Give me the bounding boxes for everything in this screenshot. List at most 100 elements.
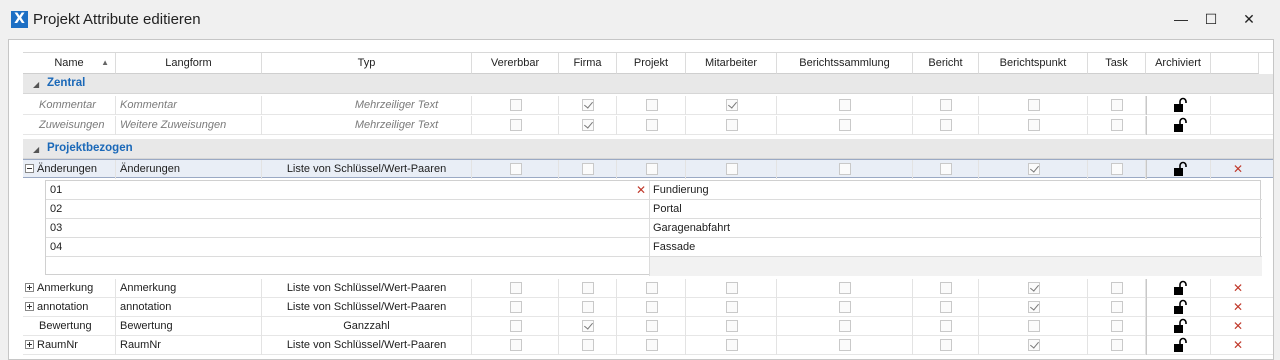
expand-plus-icon[interactable] — [25, 340, 34, 349]
collapse-triangle-icon[interactable]: ◢ — [33, 80, 39, 89]
checkbox[interactable] — [645, 99, 658, 111]
checkbox[interactable] — [940, 99, 952, 111]
checkbox[interactable] — [645, 301, 658, 313]
checkbox[interactable] — [839, 301, 851, 313]
delete-row-icon[interactable]: ✕ — [1233, 160, 1243, 178]
unlocked-padlock-icon[interactable] — [1172, 117, 1188, 133]
cell-langform[interactable]: Kommentar — [116, 96, 262, 115]
expand-plus-icon[interactable] — [25, 283, 34, 292]
checkbox[interactable] — [509, 301, 522, 313]
detail-value[interactable]: Portal — [650, 200, 1262, 219]
unlocked-padlock-icon[interactable] — [1172, 97, 1188, 113]
delete-row-icon[interactable]: ✕ — [1233, 279, 1243, 297]
checkbox[interactable] — [839, 119, 851, 131]
checkbox[interactable] — [940, 163, 952, 175]
checkbox[interactable] — [1111, 282, 1123, 294]
column-header-bericht[interactable]: Bericht — [913, 53, 979, 74]
checkbox[interactable] — [839, 339, 851, 351]
checkbox[interactable] — [725, 301, 738, 313]
column-header-archiviert[interactable]: Archiviert — [1146, 53, 1211, 74]
detail-key[interactable]: 01 — [46, 181, 650, 200]
checkbox[interactable] — [725, 282, 738, 294]
cell-typ[interactable]: Liste von Schlüssel/Wert-Paaren — [262, 336, 472, 355]
cell-langform[interactable]: Anmerkung — [116, 279, 262, 298]
unlocked-padlock-icon[interactable] — [1172, 280, 1188, 296]
unlocked-padlock-icon[interactable] — [1172, 318, 1188, 334]
column-header-name[interactable]: Name ▲ — [23, 53, 116, 74]
column-header-berichtssammlung[interactable]: Berichtssammlung — [777, 53, 913, 74]
checkbox[interactable] — [1111, 320, 1123, 332]
checkbox[interactable] — [1027, 339, 1040, 351]
table-row[interactable]: Anmerkung Anmerkung Liste von Schlüssel/We… — [23, 279, 1273, 298]
checkbox[interactable] — [582, 119, 594, 131]
detail-value[interactable]: Garagenabfahrt — [650, 219, 1262, 238]
checkbox[interactable] — [509, 119, 522, 131]
table-row[interactable]: Änderungen Änderungen Liste von Schlüssel/… — [23, 159, 1273, 179]
table-row[interactable]: RaumNr RaumNr Liste von Schlüssel/Wert-Paa… — [23, 336, 1273, 355]
cell-typ[interactable]: Mehrzeiliger Text — [262, 116, 472, 135]
checkbox[interactable] — [1027, 119, 1040, 131]
checkbox[interactable] — [645, 119, 658, 131]
detail-row[interactable]: 01 Fundierung ✕ — [46, 181, 1262, 200]
detail-row[interactable]: 04 Fassade — [46, 238, 1262, 257]
checkbox[interactable] — [582, 320, 594, 332]
cell-name[interactable]: RaumNr — [23, 336, 116, 355]
checkbox[interactable] — [940, 339, 952, 351]
cell-typ[interactable]: Liste von Schlüssel/Wert-Paaren — [262, 279, 472, 298]
column-header-mitarbeiter[interactable]: Mitarbeiter — [686, 53, 777, 74]
checkbox[interactable] — [645, 320, 658, 332]
table-row[interactable]: Kommentar Kommentar Mehrzeiliger Text — [23, 96, 1273, 115]
checkbox[interactable] — [725, 119, 738, 131]
table-row[interactable]: annotation annotation Liste von Schlüssel/… — [23, 298, 1273, 317]
delete-row-icon[interactable]: ✕ — [1233, 298, 1243, 316]
detail-row[interactable]: 02 Portal — [46, 200, 1262, 219]
minimize-button[interactable]: — — [1166, 8, 1196, 32]
checkbox[interactable] — [582, 163, 594, 175]
checkbox[interactable] — [839, 163, 851, 175]
column-header-task[interactable]: Task — [1088, 53, 1146, 74]
delete-entry-icon[interactable]: ✕ — [636, 181, 646, 199]
cell-typ[interactable]: Liste von Schlüssel/Wert-Paaren — [262, 298, 472, 317]
column-header-berichtspunkt[interactable]: Berichtspunkt — [979, 53, 1088, 74]
expand-plus-icon[interactable] — [25, 302, 34, 311]
checkbox[interactable] — [940, 282, 952, 294]
checkbox[interactable] — [1027, 163, 1040, 175]
cell-name[interactable]: Kommentar — [23, 96, 116, 115]
column-header-projekt[interactable]: Projekt — [617, 53, 686, 74]
checkbox[interactable] — [509, 320, 522, 332]
cell-typ[interactable]: Ganzzahl — [262, 317, 472, 336]
checkbox[interactable] — [1027, 301, 1040, 313]
checkbox[interactable] — [509, 282, 522, 294]
checkbox[interactable] — [940, 320, 952, 332]
cell-langform[interactable]: Bewertung — [116, 317, 262, 336]
unlocked-padlock-icon[interactable] — [1172, 299, 1188, 315]
checkbox[interactable] — [509, 339, 522, 351]
cell-langform[interactable]: RaumNr — [116, 336, 262, 355]
checkbox[interactable] — [1111, 301, 1123, 313]
checkbox[interactable] — [940, 119, 952, 131]
new-entry-row[interactable] — [46, 257, 1262, 276]
checkbox[interactable] — [645, 339, 658, 351]
checkbox[interactable] — [725, 320, 738, 332]
checkbox[interactable] — [1111, 163, 1123, 175]
checkbox[interactable] — [582, 282, 594, 294]
cell-name[interactable]: annotation — [23, 298, 116, 317]
new-entry-value-field[interactable] — [650, 257, 1262, 276]
new-entry-key-field[interactable] — [46, 257, 650, 276]
checkbox[interactable] — [645, 163, 658, 175]
column-header-langform[interactable]: Langform — [116, 53, 262, 74]
delete-row-icon[interactable]: ✕ — [1233, 317, 1243, 335]
table-row[interactable]: Bewertung Bewertung Ganzzahl ✕ — [23, 317, 1273, 336]
column-header-typ[interactable]: Typ — [262, 53, 472, 74]
detail-value[interactable]: Fassade — [650, 238, 1262, 257]
checkbox[interactable] — [940, 301, 952, 313]
cell-langform[interactable]: Weitere Zuweisungen — [116, 116, 262, 135]
group-header[interactable]: ◢ Zentral — [23, 74, 1273, 94]
checkbox[interactable] — [1027, 282, 1040, 294]
maximize-button[interactable]: ☐ — [1196, 8, 1226, 32]
collapse-triangle-icon[interactable]: ◢ — [33, 145, 39, 154]
delete-row-icon[interactable]: ✕ — [1233, 336, 1243, 354]
checkbox[interactable] — [645, 282, 658, 294]
cell-typ[interactable]: Mehrzeiliger Text — [262, 96, 472, 115]
checkbox[interactable] — [839, 282, 851, 294]
